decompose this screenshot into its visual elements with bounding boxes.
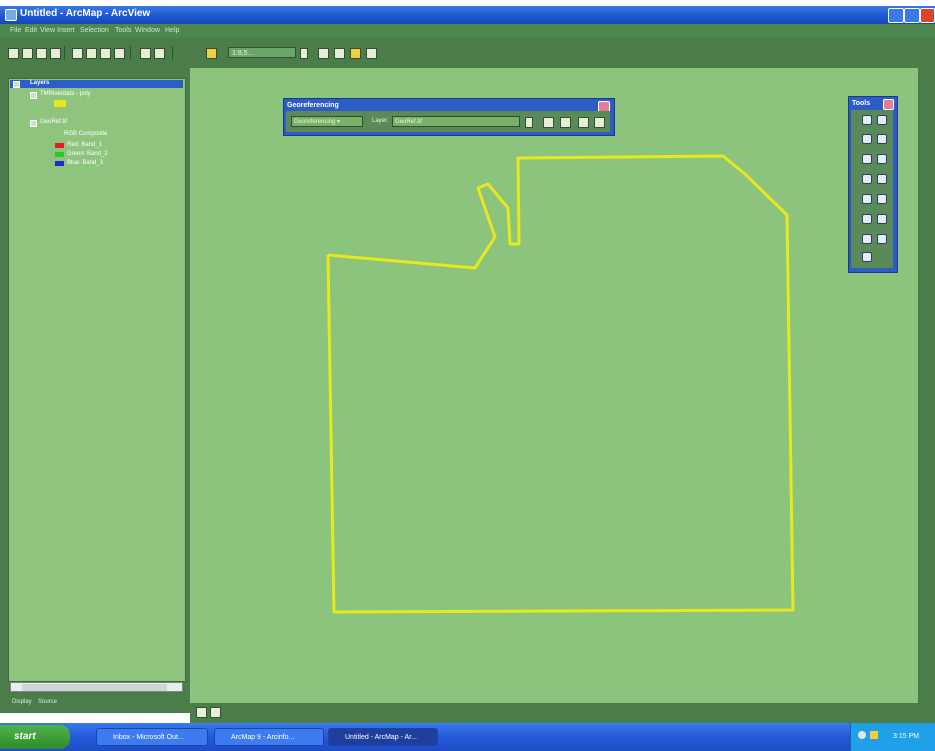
taskbar-button-arcmap[interactable]: Untitled - ArcMap - Ar...: [328, 728, 438, 746]
layout-toolbar-area: [190, 703, 935, 723]
rotate-icon[interactable]: [543, 117, 554, 128]
zoom-in-icon[interactable]: [862, 115, 872, 125]
taskbar-clock: 3:15 PM: [893, 733, 920, 740]
start-button[interactable]: start: [0, 725, 70, 749]
pan-icon[interactable]: [862, 154, 872, 164]
close-icon[interactable]: [883, 99, 894, 110]
select-features-icon[interactable]: [862, 194, 872, 204]
network-icon[interactable]: [858, 731, 866, 739]
georeferencing-menu[interactable]: Georeferencing ▾: [291, 116, 363, 127]
parcel-polygon: [326, 154, 795, 614]
zoom-out-icon[interactable]: [877, 115, 887, 125]
layer-label: Layer:: [372, 118, 389, 124]
view-link-icon[interactable]: [594, 117, 605, 128]
layout-view-icon[interactable]: [210, 707, 221, 718]
fixed-zoom-in-icon[interactable]: [862, 134, 872, 144]
tools-title: Tools: [852, 100, 871, 107]
tools-body: [851, 110, 893, 268]
measure-icon[interactable]: [862, 234, 872, 244]
add-control-points-icon[interactable]: [560, 117, 571, 128]
data-view-icon[interactable]: [196, 707, 207, 718]
map-vertical-scrollbar[interactable]: [918, 68, 935, 703]
georeferencing-title: Georeferencing: [287, 102, 339, 109]
layer-select[interactable]: GeoRef.tif: [392, 116, 520, 127]
full-extent-icon[interactable]: [877, 154, 887, 164]
identify-icon[interactable]: [862, 214, 872, 224]
next-extent-icon[interactable]: [877, 174, 887, 184]
link-table-icon[interactable]: [578, 117, 589, 128]
fixed-zoom-out-icon[interactable]: [877, 134, 887, 144]
select-elements-icon[interactable]: [877, 194, 887, 204]
volume-icon[interactable]: [870, 731, 878, 739]
taskbar-button-outlook[interactable]: Inbox - Microsoft Out...: [96, 728, 208, 746]
previous-extent-icon[interactable]: [862, 174, 872, 184]
find-icon[interactable]: [877, 214, 887, 224]
hyperlink-icon[interactable]: [877, 234, 887, 244]
time-slider-icon[interactable]: [862, 252, 872, 262]
taskbar-button-arcinfo[interactable]: ArcMap 9 - Arcinfo...: [214, 728, 324, 746]
chevron-down-icon[interactable]: [525, 117, 533, 128]
